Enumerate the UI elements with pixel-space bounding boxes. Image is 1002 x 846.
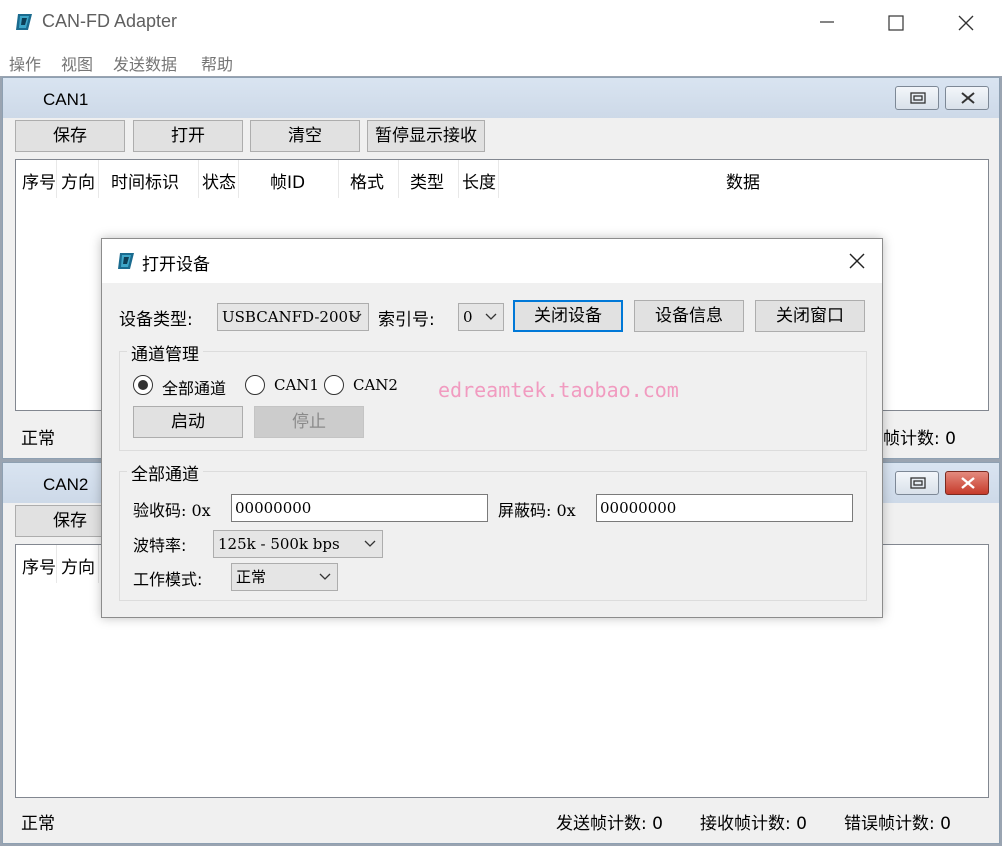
device-type-select[interactable]: USBCANFD-200U [217, 303, 369, 331]
app-title: CAN-FD Adapter [42, 11, 178, 31]
can1-titlebar: CAN1 [3, 78, 999, 118]
window-titlebar: CAN-FD Adapter [0, 0, 1002, 44]
mask-code-input[interactable]: 00000000 [596, 494, 853, 522]
can1-save-button[interactable]: 保存 [15, 120, 125, 152]
can2-restore-button[interactable] [895, 471, 939, 495]
index-value: 0 [463, 308, 473, 326]
can1-open-button[interactable]: 打开 [133, 120, 243, 152]
baud-rate-value: 125k - 500k bps [218, 535, 340, 553]
column-header[interactable]: 类型 [410, 168, 444, 193]
channel-management-label: 通道管理 [127, 340, 203, 365]
device-type-label: 设备类型: [119, 310, 193, 330]
baud-rate-select[interactable]: 125k - 500k bps [213, 530, 383, 558]
minimize-icon [820, 21, 834, 23]
watermark-text: edreamtek.taobao.com [438, 378, 679, 402]
can2-status-state: 正常 [21, 814, 55, 834]
column-header[interactable]: 方向 [61, 168, 97, 193]
menu-bar: 操作 视图 发送数据 帮助 [0, 44, 1002, 76]
stop-button[interactable]: 停止 [254, 406, 364, 438]
column-header[interactable]: 长度 [462, 168, 498, 193]
radio-all-channels[interactable] [133, 375, 153, 395]
accept-code-input[interactable]: 00000000 [231, 494, 488, 522]
dialog-title: 打开设备 [142, 255, 210, 275]
index-select[interactable]: 0 [458, 303, 504, 331]
radio-can2-label: CAN2 [353, 376, 398, 394]
minimize-button[interactable] [804, 6, 850, 38]
radio-can2[interactable] [324, 375, 344, 395]
app-logo-icon [16, 14, 32, 30]
baud-rate-label: 波特率: [133, 536, 187, 555]
open-device-dialog: 打开设备 设备类型: USBCANFD-200U 索引号: 0 关闭设备 设备信… [101, 238, 883, 618]
menu-operate[interactable]: 操作 [9, 51, 41, 75]
menu-help[interactable]: 帮助 [201, 51, 233, 75]
work-mode-label: 工作模式: [133, 570, 203, 589]
chevron-down-icon [364, 540, 376, 547]
close-window-button[interactable]: 关闭窗口 [755, 300, 865, 332]
can1-clear-button[interactable]: 清空 [250, 120, 360, 152]
app-logo-icon [118, 253, 134, 269]
radio-all-channels-label: 全部通道 [162, 379, 227, 398]
can2-close-button[interactable] [945, 471, 989, 495]
chevron-down-icon [485, 313, 497, 320]
restore-icon [910, 477, 926, 489]
chevron-down-icon [319, 573, 331, 580]
can1-pause-button[interactable]: 暂停显示接收 [367, 120, 485, 152]
menu-view[interactable]: 视图 [61, 51, 93, 75]
radio-can1-label: CAN1 [274, 376, 319, 394]
maximize-button[interactable] [872, 6, 918, 38]
column-header[interactable]: 序号 [22, 168, 56, 193]
radio-can1[interactable] [245, 375, 265, 395]
restore-icon [910, 92, 926, 104]
column-header[interactable]: 方向 [61, 553, 97, 578]
dialog-titlebar: 打开设备 [102, 239, 882, 283]
close-icon [961, 477, 975, 489]
close-icon [849, 253, 865, 269]
close-device-button[interactable]: 关闭设备 [513, 300, 623, 332]
maximize-icon [888, 15, 904, 31]
can1-close-button[interactable] [945, 86, 989, 110]
all-channels-label: 全部通道 [127, 460, 203, 485]
column-header[interactable]: 序号 [22, 553, 56, 578]
menu-send-data[interactable]: 发送数据 [113, 51, 177, 75]
close-icon [961, 92, 975, 104]
work-mode-select[interactable]: 正常 [231, 563, 338, 591]
column-header[interactable]: 状态 [202, 168, 236, 193]
mask-code-label: 屏蔽码: 0x [498, 501, 576, 520]
can2-status-rx-count: 接收帧计数: 0 [700, 814, 807, 834]
device-info-button[interactable]: 设备信息 [634, 300, 744, 332]
dialog-close-button[interactable] [842, 247, 872, 275]
column-header[interactable]: 帧ID [270, 168, 305, 193]
index-label: 索引号: [378, 310, 435, 330]
can2-title: CAN2 [43, 475, 89, 494]
chevron-down-icon [350, 313, 362, 320]
can1-restore-button[interactable] [895, 86, 939, 110]
work-mode-value: 正常 [236, 568, 267, 586]
can1-status-state: 正常 [21, 429, 55, 449]
column-header[interactable]: 数据 [726, 168, 760, 193]
start-button[interactable]: 启动 [133, 406, 243, 438]
can1-title: CAN1 [43, 90, 89, 109]
can1-status-rx-count: 帧计数: 0 [883, 429, 956, 449]
can2-status-err-count: 错误帧计数: 0 [844, 814, 951, 834]
column-header[interactable]: 时间标识 [111, 168, 179, 193]
close-button[interactable] [942, 6, 988, 38]
accept-code-label: 验收码: 0x [133, 501, 211, 520]
device-type-value: USBCANFD-200U [222, 308, 361, 326]
column-header[interactable]: 格式 [350, 168, 384, 193]
close-icon [958, 15, 974, 31]
can2-status-tx-count: 发送帧计数: 0 [556, 814, 663, 834]
